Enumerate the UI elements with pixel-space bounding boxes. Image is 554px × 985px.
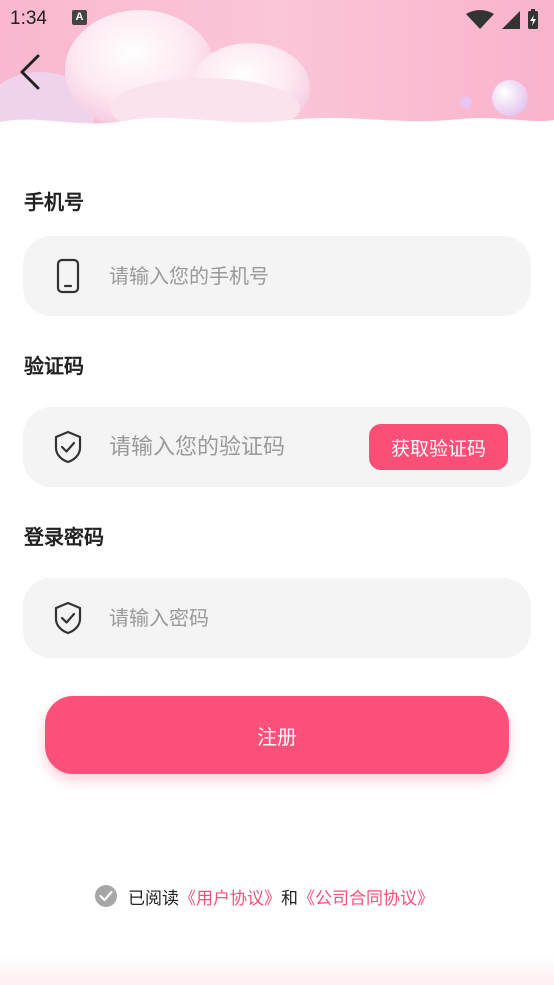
register-button[interactable]: 注册 (45, 696, 509, 774)
company-contract-link[interactable]: 《公司合同协议》 (298, 884, 434, 909)
signal-icon (502, 11, 520, 29)
password-label: 登录密码 (24, 525, 104, 549)
user-agreement-link[interactable]: 《用户协议》 (179, 884, 281, 909)
shield-check-icon (54, 430, 82, 464)
phone-field[interactable] (23, 236, 531, 316)
code-label: 验证码 (24, 354, 84, 378)
back-button[interactable] (14, 52, 50, 92)
code-field[interactable]: 获取验证码 (23, 407, 531, 487)
agreement-connector: 和 (281, 888, 298, 909)
status-icons (466, 9, 538, 29)
get-code-button[interactable]: 获取验证码 (369, 424, 508, 470)
password-input[interactable] (109, 578, 509, 658)
shield-check-icon (54, 601, 82, 635)
phone-label: 手机号 (24, 190, 84, 214)
password-field[interactable] (23, 578, 531, 658)
wifi-icon (466, 10, 494, 29)
notification-icon: A (72, 10, 87, 25)
checkbox-checked-icon (99, 890, 113, 902)
agreement-prefix: 已阅读 (128, 888, 179, 909)
back-arrow-icon (20, 54, 40, 90)
phone-input[interactable] (109, 236, 509, 316)
phone-icon (56, 258, 80, 294)
status-time: 1:34 (10, 8, 47, 29)
status-bar: 1:34 A (0, 0, 554, 38)
agreement-checkbox[interactable] (95, 885, 117, 907)
code-input[interactable] (109, 407, 359, 487)
bottom-decoration (0, 955, 554, 985)
agreement-row: 已阅读 《用户协议》 和 《公司合同协议》 (95, 883, 434, 909)
